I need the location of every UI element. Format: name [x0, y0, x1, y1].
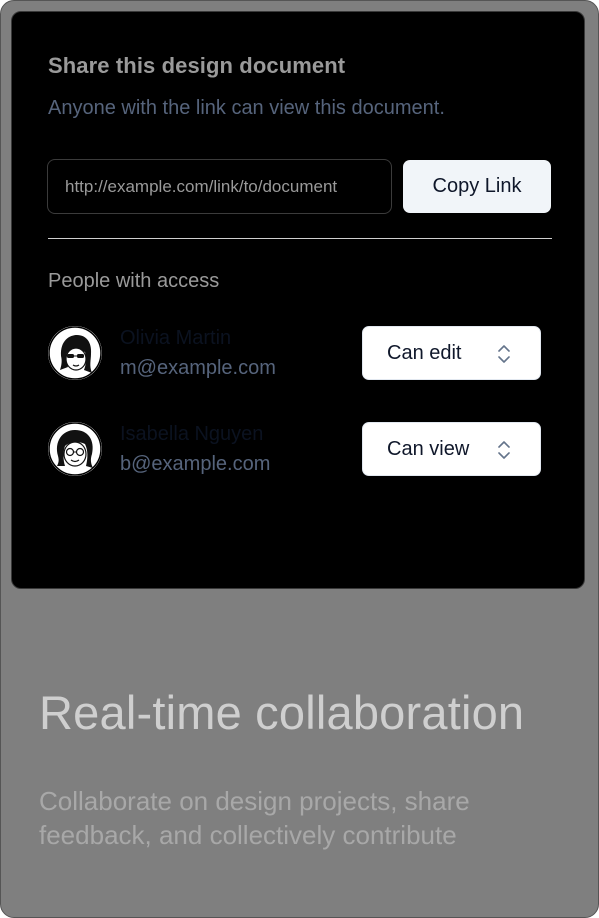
person-row: Isabella Nguyen b@example.com Can view — [48, 422, 552, 478]
share-title: Share this design document — [48, 53, 346, 78]
feature-card: Share this design document Anyone with t… — [0, 0, 599, 918]
access-heading: People with access — [48, 270, 220, 292]
chevron-up-down-icon — [498, 345, 510, 363]
feature-title: Real-time collaboration — [39, 686, 525, 739]
person-name: Olivia Martin — [120, 327, 232, 349]
avatar-illustration-sunglasses-icon — [48, 326, 102, 380]
share-link-input[interactable] — [47, 159, 392, 214]
share-subtitle: Anyone with the link can view this docum… — [48, 97, 445, 119]
role-select-value: Can view — [387, 438, 470, 460]
share-dialog: Share this design document Anyone with t… — [11, 11, 585, 589]
copy-link-button[interactable]: Copy Link — [403, 160, 551, 213]
person-name: Isabella Nguyen — [120, 423, 264, 445]
role-select[interactable]: Can edit — [362, 326, 541, 380]
chevron-up-down-icon — [498, 441, 510, 459]
divider — [48, 238, 552, 239]
person-email: b@example.com — [120, 453, 271, 475]
role-select[interactable]: Can view — [362, 422, 541, 476]
feature-description: Collaborate on design projects, share fe… — [39, 786, 470, 850]
role-select-value: Can edit — [387, 342, 462, 364]
person-row: Olivia Martin m@example.com Can edit — [48, 326, 552, 382]
avatar-illustration-glasses-icon — [48, 422, 102, 476]
person-email: m@example.com — [120, 357, 276, 379]
